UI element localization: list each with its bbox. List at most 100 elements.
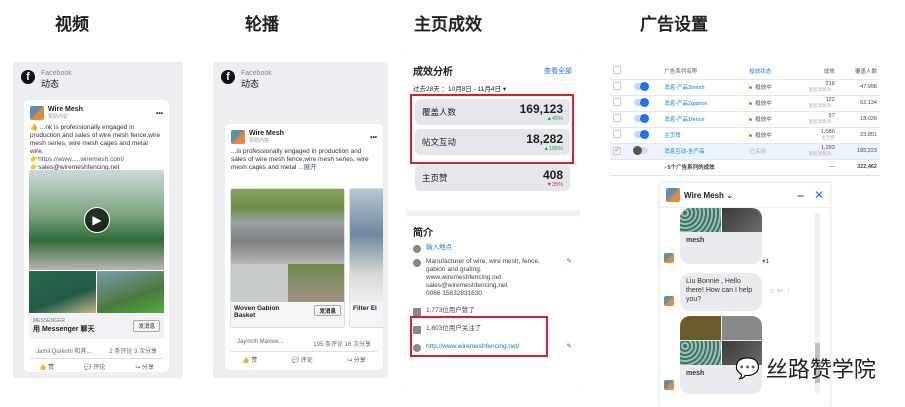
carousel-card-2[interactable]: Filter El bbox=[349, 188, 383, 328]
campaign-toggle[interactable] bbox=[633, 145, 649, 155]
comment-count[interactable]: 195 条评论 bbox=[313, 342, 343, 348]
like-icon bbox=[413, 308, 421, 316]
campaign-toggle[interactable] bbox=[634, 97, 650, 107]
send-message-button[interactable]: 发消息 bbox=[133, 320, 160, 332]
close-icon[interactable]: ✕ bbox=[814, 188, 824, 202]
edit-icon[interactable]: ✎ bbox=[567, 258, 572, 298]
watermark: 💬 丝路赞学院 bbox=[735, 356, 876, 383]
brand-label: Facebook bbox=[41, 70, 72, 77]
video-ad-preview: f Facebook 动态 Wire Mesh 赞助内容 · ••• 👍 ...nk … bbox=[13, 62, 183, 378]
page-name[interactable]: Wire Mesh bbox=[249, 130, 284, 137]
delivery-status: 投放中 bbox=[746, 79, 790, 96]
select-all-checkbox[interactable] bbox=[613, 65, 621, 74]
delivery-status: 投放中 bbox=[746, 111, 790, 128]
row-checkbox[interactable] bbox=[613, 130, 621, 138]
sender-avatar bbox=[664, 296, 674, 306]
comment-button[interactable]: 💬 评论 bbox=[84, 362, 105, 371]
column-header[interactable]: 成效 bbox=[789, 63, 838, 80]
play-icon[interactable]: ▶ bbox=[84, 207, 110, 233]
like-button[interactable]: 👍 赞 bbox=[39, 362, 54, 371]
row-checkbox[interactable] bbox=[613, 98, 621, 106]
section-title-carousel: 轮播 bbox=[245, 15, 279, 34]
video-thumbnail[interactable]: ▶ bbox=[29, 170, 164, 270]
reach: 18,026 bbox=[837, 111, 880, 128]
table-row[interactable]: ✓ 消息互动-全产品 已关闭 1,293 发起消息对... 185,223 bbox=[610, 143, 880, 160]
reach: 185,223 bbox=[837, 143, 880, 160]
edit-icon[interactable]: ✎ bbox=[567, 343, 572, 352]
more-options-icon[interactable]: ••• bbox=[156, 110, 163, 117]
reactions[interactable]: Jamil Qureshi 和其... bbox=[36, 346, 91, 355]
campaign-name[interactable]: 消息-产品1fence bbox=[661, 111, 747, 128]
photo-thumbnail bbox=[29, 271, 96, 313]
column-header[interactable]: 广告系列名称 bbox=[661, 63, 747, 80]
page-avatar bbox=[231, 130, 245, 144]
campaign-toggle[interactable] bbox=[634, 81, 650, 91]
brand-label: Facebook bbox=[241, 70, 272, 77]
campaign-name[interactable]: 消息互动-全产品 bbox=[661, 143, 747, 160]
message-actions-icon[interactable]: ☺ ↩ ⋮ bbox=[768, 287, 792, 295]
carousel-card-1[interactable]: Woven Gabion Basket 发消息 bbox=[230, 188, 345, 328]
campaigns-table: 广告系列名称 投放状态 成效 覆盖人数 消息-产品3mesh 投放中 218 发起消息对..… bbox=[610, 63, 880, 176]
share-count[interactable]: 16 次分享 bbox=[345, 342, 371, 348]
comment-button[interactable]: 💬 评论 bbox=[292, 355, 313, 364]
reach: 47,998 bbox=[837, 79, 880, 96]
table-row[interactable]: 消息-产品2gabion 投放中 122 发起消息对... 52,134 bbox=[610, 95, 880, 112]
reactions[interactable]: Jaymoh Maxwe... bbox=[237, 339, 284, 348]
page-description: Manufacturer of wire, wire mesh, fence, g… bbox=[426, 258, 540, 297]
date-range-dropdown[interactable]: 过去28天 ：10月8日 - 11月4日 ▾ bbox=[413, 83, 572, 93]
delivery-status: 投放中 bbox=[746, 127, 790, 144]
video-post-card: Wire Mesh 赞助内容 · ••• 👍 ...nk is professio… bbox=[24, 100, 169, 372]
facebook-logo-icon: f bbox=[21, 70, 35, 84]
row-checkbox[interactable] bbox=[613, 82, 621, 90]
footer-results: — bbox=[789, 159, 838, 176]
campaign-toggle[interactable] bbox=[634, 129, 650, 139]
section-title-ad-settings: 广告设置 bbox=[640, 15, 708, 34]
insights-title: 成效分析 bbox=[413, 67, 453, 78]
send-message-button[interactable]: 发消息 bbox=[314, 305, 341, 316]
metric-value: 408 bbox=[542, 168, 563, 182]
campaign-toggle[interactable] bbox=[634, 113, 650, 123]
metric-card[interactable]: 主页赞 408 ▼35% bbox=[415, 165, 570, 191]
image-message[interactable]: mesh bbox=[680, 208, 762, 264]
page-avatar bbox=[30, 106, 44, 120]
highlight-box bbox=[410, 316, 548, 357]
like-button[interactable]: 👍 赞 bbox=[242, 355, 257, 364]
column-header[interactable]: 覆盖人数 bbox=[837, 63, 880, 80]
campaign-name[interactable]: 消息-产品2gabion bbox=[661, 95, 747, 112]
about-title: 简介 bbox=[413, 228, 433, 239]
location-icon bbox=[413, 245, 421, 253]
comment-count[interactable]: 2 条评论 bbox=[109, 349, 132, 355]
campaign-name[interactable]: 主页赞 bbox=[661, 127, 747, 144]
row-checkbox[interactable] bbox=[613, 114, 621, 122]
row-checkbox[interactable]: ✓ bbox=[613, 147, 621, 155]
table-row[interactable]: 主页赞 投放中 1,580 主页赞 23,851 bbox=[610, 127, 880, 144]
table-row[interactable]: 消息-产品3mesh 投放中 218 发起消息对... 47,998 bbox=[610, 79, 880, 96]
reach: 23,851 bbox=[837, 127, 880, 144]
share-count[interactable]: 3 次分享 bbox=[134, 349, 157, 355]
enter-location-link[interactable]: 输入地点 bbox=[426, 244, 452, 253]
heart-reaction: ♥1 bbox=[762, 259, 769, 265]
section-title-video: 视频 bbox=[55, 15, 89, 34]
share-button[interactable]: ↪ 分享 bbox=[347, 355, 366, 364]
facebook-logo-icon: f bbox=[221, 70, 235, 84]
campaign-name[interactable]: 消息-产品3mesh bbox=[661, 79, 747, 96]
post-link[interactable]: 👉https://www.....wiremesh.com/ bbox=[30, 156, 124, 163]
table-row[interactable]: 消息-产品1fence 投放中 57 发起消息对... 18,026 bbox=[610, 111, 880, 128]
more-options-icon[interactable]: ••• bbox=[370, 134, 377, 141]
likes-count: 1,773位用户赞了 bbox=[426, 307, 475, 314]
results: 1,293 发起消息对... bbox=[789, 143, 838, 160]
delivery-status: 投放中 bbox=[746, 95, 790, 112]
column-header[interactable]: 投放状态 bbox=[746, 63, 790, 80]
section-title-page-insights: 主页成效 bbox=[414, 15, 482, 34]
see-more-link[interactable]: ...展开 bbox=[298, 164, 316, 171]
messenger-cta-bar: MESSENGER 用 Messenger 聊天 发消息 bbox=[29, 313, 164, 339]
chat-title[interactable]: Wire Mesh ⌄ bbox=[684, 191, 733, 200]
photo-thumbnail bbox=[97, 271, 164, 313]
results: 57 发起消息对... bbox=[789, 111, 838, 128]
page-name[interactable]: Wire Mesh bbox=[48, 106, 83, 113]
see-all-link[interactable]: 查看全部 bbox=[544, 66, 572, 76]
minimize-icon[interactable]: – bbox=[797, 188, 804, 202]
reach: 52,134 bbox=[837, 95, 880, 112]
delivery-status: 已关闭 bbox=[746, 143, 790, 160]
share-button[interactable]: ↪ 分享 bbox=[135, 362, 154, 371]
